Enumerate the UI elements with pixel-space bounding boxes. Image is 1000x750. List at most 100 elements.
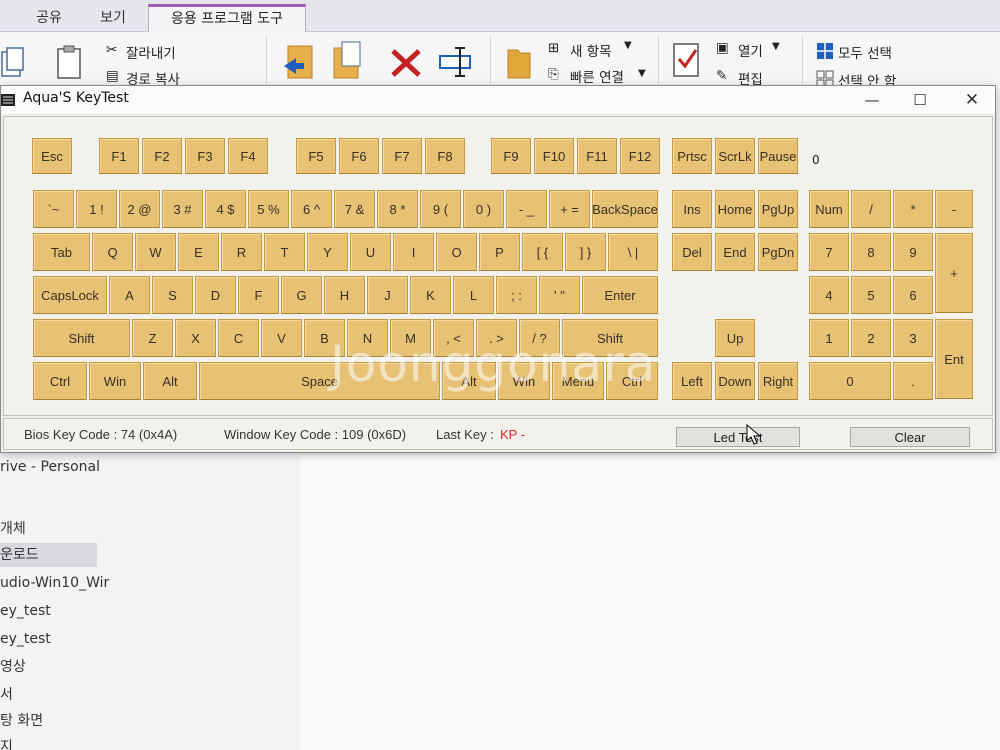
nav-item-pictures[interactable]: 지 xyxy=(0,735,120,750)
key-numpad-decimal[interactable]: . xyxy=(893,362,933,400)
key-f9[interactable]: F9 xyxy=(491,138,531,174)
key-right-bracket[interactable]: ] } xyxy=(565,233,606,271)
key-semicolon[interactable]: ; : xyxy=(496,276,537,314)
key-f5[interactable]: F5 xyxy=(296,138,336,174)
key-numpad-divide[interactable]: / xyxy=(851,190,891,228)
key-capslock[interactable]: CapsLock xyxy=(33,276,107,314)
paste-icon[interactable] xyxy=(56,44,82,80)
delete-icon[interactable] xyxy=(390,48,422,78)
key-e[interactable]: E xyxy=(178,233,219,271)
key-2[interactable]: 2 @ xyxy=(119,190,160,228)
key-x[interactable]: X xyxy=(175,319,216,357)
key-i[interactable]: I xyxy=(393,233,434,271)
nav-item-blank[interactable] xyxy=(0,483,120,507)
open-label[interactable]: 열기 xyxy=(738,40,763,60)
key-left-arrow[interactable]: Left xyxy=(672,362,712,400)
select-all-label[interactable]: 모두 선택 xyxy=(838,42,892,62)
key-prtsc[interactable]: Prtsc xyxy=(672,138,712,174)
key-5[interactable]: 5 % xyxy=(248,190,289,228)
key-o[interactable]: O xyxy=(436,233,477,271)
chevron-down-icon[interactable]: ▼ xyxy=(624,40,632,51)
key-f[interactable]: F xyxy=(238,276,279,314)
clear-button[interactable]: Clear xyxy=(850,427,970,447)
key-6[interactable]: 6 ^ xyxy=(291,190,332,228)
key-f2[interactable]: F2 xyxy=(142,138,182,174)
key-f12[interactable]: F12 xyxy=(620,138,660,174)
nav-item-audio-folder[interactable]: udio-Win10_Wir xyxy=(0,571,120,595)
key-left-alt[interactable]: Alt xyxy=(143,362,197,400)
key-g[interactable]: G xyxy=(281,276,322,314)
select-all-icon[interactable] xyxy=(816,42,834,60)
nav-item-downloads[interactable]: 운로드 xyxy=(0,543,97,567)
move-to-icon[interactable] xyxy=(282,44,316,80)
copy-to-icon[interactable] xyxy=(332,40,366,80)
key-j[interactable]: J xyxy=(367,276,408,314)
key-pgup[interactable]: PgUp xyxy=(758,190,798,228)
key-numpad-3[interactable]: 3 xyxy=(893,319,933,357)
edit-icon[interactable]: ✎ xyxy=(716,68,727,84)
new-folder-icon[interactable] xyxy=(506,44,532,80)
key-7[interactable]: 7 & xyxy=(334,190,375,228)
key-numpad-subtract[interactable]: - xyxy=(935,190,973,228)
key-f10[interactable]: F10 xyxy=(534,138,574,174)
key-numpad-4[interactable]: 4 xyxy=(809,276,849,314)
key-numpad-add[interactable]: + xyxy=(935,233,973,313)
key-left-bracket[interactable]: [ { xyxy=(522,233,563,271)
key-f1[interactable]: F1 xyxy=(99,138,139,174)
key-f6[interactable]: F6 xyxy=(339,138,379,174)
key-0[interactable]: 0 ) xyxy=(463,190,504,228)
chevron-down-icon[interactable]: ▼ xyxy=(772,41,780,52)
key-period[interactable]: . > xyxy=(476,319,517,357)
key-numpad-5[interactable]: 5 xyxy=(851,276,891,314)
key-slash[interactable]: / ? xyxy=(519,319,560,357)
key-tab[interactable]: Tab xyxy=(33,233,90,271)
led-test-button[interactable]: Led Test xyxy=(676,427,800,447)
key-d[interactable]: D xyxy=(195,276,236,314)
new-item-label[interactable]: 새 항목 xyxy=(570,40,612,60)
key-right-win[interactable]: Win xyxy=(498,362,550,400)
copy-icon[interactable] xyxy=(0,46,26,80)
nav-item-onedrive[interactable]: rive - Personal xyxy=(0,455,120,479)
file-list-pane[interactable] xyxy=(300,455,1000,750)
key-y[interactable]: Y xyxy=(307,233,348,271)
key-f3[interactable]: F3 xyxy=(185,138,225,174)
cut-label[interactable]: 잘라내기 xyxy=(126,42,176,62)
tab-share[interactable]: 공유 xyxy=(18,4,80,32)
key-c[interactable]: C xyxy=(218,319,259,357)
key-esc[interactable]: Esc xyxy=(32,138,72,174)
key-b[interactable]: B xyxy=(304,319,345,357)
key-right-ctrl[interactable]: Ctrl xyxy=(606,362,658,400)
key-left-shift[interactable]: Shift xyxy=(33,319,130,357)
close-button[interactable]: ✕ xyxy=(949,86,995,114)
key-minus[interactable]: - _ xyxy=(506,190,547,228)
key-h[interactable]: H xyxy=(324,276,365,314)
tab-app-tools[interactable]: 응용 프로그램 도구 xyxy=(148,4,306,32)
key-left-win[interactable]: Win xyxy=(89,362,141,400)
key-equals[interactable]: + = xyxy=(549,190,590,228)
nav-item-3d-objects[interactable]: 개체 xyxy=(0,517,120,541)
nav-item-key-test-2[interactable]: ey_test xyxy=(0,627,120,651)
maximize-button[interactable]: ☐ xyxy=(897,86,943,114)
key-numpad-6[interactable]: 6 xyxy=(893,276,933,314)
key-numpad-8[interactable]: 8 xyxy=(851,233,891,271)
key-right-shift[interactable]: Shift xyxy=(562,319,658,357)
nav-item-documents[interactable]: 서 xyxy=(0,683,120,707)
key-right-alt[interactable]: Alt xyxy=(442,362,496,400)
key-comma[interactable]: , < xyxy=(433,319,474,357)
key-pause[interactable]: Pause xyxy=(758,138,798,174)
key-del[interactable]: Del xyxy=(672,233,712,271)
key-menu[interactable]: Menu xyxy=(552,362,604,400)
key-numpad-1[interactable]: 1 xyxy=(809,319,849,357)
easy-access-icon[interactable]: ⎘ xyxy=(548,66,559,82)
key-a[interactable]: A xyxy=(109,276,150,314)
key-numpad-9[interactable]: 9 xyxy=(893,233,933,271)
key-f11[interactable]: F11 xyxy=(577,138,617,174)
key-k[interactable]: K xyxy=(410,276,451,314)
key-f8[interactable]: F8 xyxy=(425,138,465,174)
key-up[interactable]: Up xyxy=(715,319,755,357)
key-numpad-2[interactable]: 2 xyxy=(851,319,891,357)
chevron-down-icon[interactable]: ▼ xyxy=(638,68,646,79)
title-bar[interactable]: Aqua'S KeyTest — ☐ ✕ xyxy=(1,86,995,114)
nav-item-key-test-1[interactable]: ey_test xyxy=(0,599,120,623)
key-backtick[interactable]: `~ xyxy=(33,190,74,228)
